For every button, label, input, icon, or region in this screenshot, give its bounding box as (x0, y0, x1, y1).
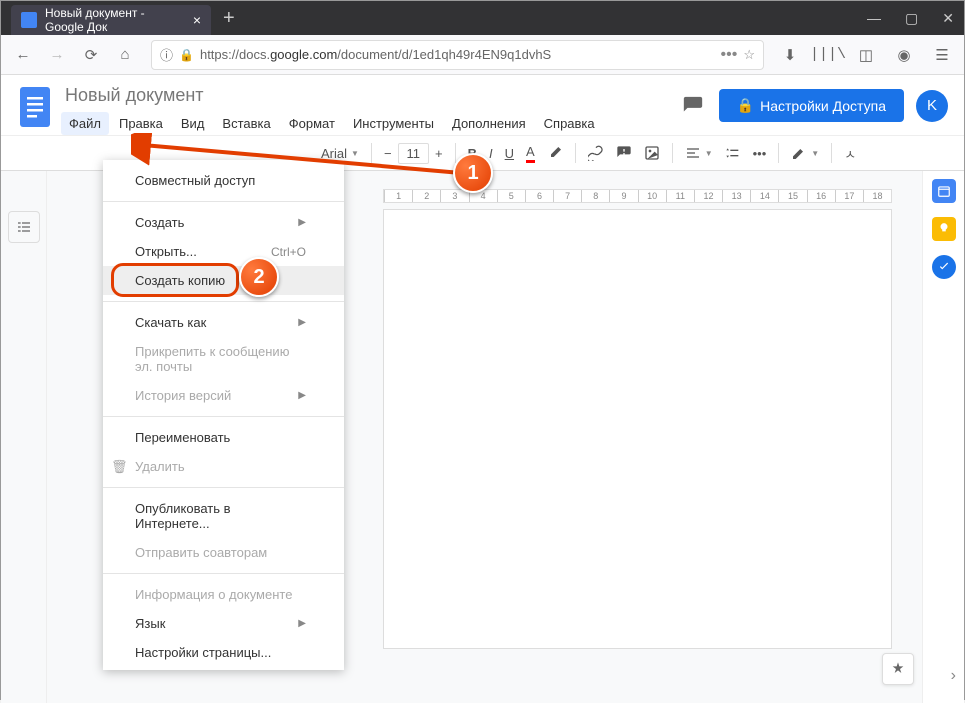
docs-favicon (21, 12, 37, 28)
menu-item-new[interactable]: Создать▶ (103, 208, 344, 237)
annotation-highlight-make-copy (111, 263, 239, 297)
bookmark-icon[interactable]: ☆ (743, 47, 755, 63)
user-avatar[interactable]: K (916, 90, 948, 122)
share-button[interactable]: 🔒 Настройки Доступа (719, 89, 904, 122)
sidebar-toggle-icon[interactable]: ◫ (852, 41, 880, 69)
explore-button[interactable] (882, 653, 914, 685)
menu-insert[interactable]: Вставка (214, 112, 278, 135)
tab-title: Новый документ - Google Док (45, 6, 183, 34)
comments-icon[interactable] (679, 92, 707, 120)
browser-tab[interactable]: Новый документ - Google Док × (11, 5, 211, 35)
document-title[interactable]: Новый документ (61, 83, 679, 108)
insert-link-button[interactable] (582, 141, 610, 165)
menu-item-version-history[interactable]: История версий▶ (103, 381, 344, 410)
menu-item-download[interactable]: Скачать как▶ (103, 308, 344, 337)
menu-item-delete: 🗑 Удалить (103, 452, 344, 481)
browser-tab-strip: Новый документ - Google Док × + — ▢ ✕ (1, 1, 964, 35)
browser-nav-bar: ← → ⟳ ⌂ ⓘ 🔒 https://docs.google.com/docu… (1, 35, 964, 75)
menu-tools[interactable]: Инструменты (345, 112, 442, 135)
menu-edit[interactable]: Правка (111, 112, 171, 135)
menu-item-rename[interactable]: Переименовать (103, 423, 344, 452)
horizontal-ruler[interactable]: 1 2 3 4 5 6 7 8 9 10 11 12 13 14 15 16 1… (383, 189, 892, 203)
library-icon[interactable]: |||\ (814, 41, 842, 69)
downloads-icon[interactable]: ⬇ (776, 41, 804, 69)
file-menu-dropdown: Совместный доступ Создать▶ Открыть...Ctr… (103, 160, 344, 670)
menu-addons[interactable]: Дополнения (444, 112, 534, 135)
left-rail (1, 171, 47, 703)
trash-icon: 🗑 (111, 459, 128, 475)
more-options-button[interactable]: ••• (747, 142, 773, 165)
nav-back-icon[interactable]: ← (9, 41, 37, 69)
font-size-value[interactable]: 11 (398, 143, 430, 164)
menu-item-open[interactable]: Открыть...Ctrl+O (103, 237, 344, 266)
docs-header: Новый документ Файл Правка Вид Вставка Ф… (1, 75, 964, 135)
menu-item-page-setup[interactable]: Настройки страницы... (103, 638, 344, 667)
menu-file[interactable]: Файл (61, 112, 109, 135)
tasks-sidebar-icon[interactable] (932, 255, 956, 279)
annotation-step-1: 1 (453, 153, 493, 193)
page-actions-icon[interactable]: ••• (721, 46, 738, 64)
font-size-decrease[interactable]: − (378, 142, 398, 165)
underline-button[interactable]: U (499, 142, 520, 165)
window-close-icon[interactable]: ✕ (942, 10, 954, 27)
highlight-button[interactable] (541, 141, 569, 165)
menu-item-share[interactable]: Совместный доступ (103, 166, 344, 195)
new-tab-button[interactable]: + (223, 7, 235, 30)
insert-image-button[interactable] (638, 141, 666, 165)
close-tab-icon[interactable]: × (193, 12, 201, 28)
text-color-button[interactable]: A (520, 140, 541, 167)
scroll-right-caret-icon[interactable]: › (951, 667, 956, 685)
submenu-arrow-icon: ▶ (298, 390, 306, 401)
hamburger-menu-icon[interactable]: ☰ (928, 41, 956, 69)
nav-home-icon[interactable]: ⌂ (111, 41, 139, 69)
submenu-arrow-icon: ▶ (298, 317, 306, 328)
editing-mode-button[interactable]: ▼ (785, 141, 825, 165)
align-button[interactable]: ▼ (679, 141, 719, 165)
menu-item-email-collaborators: Отправить соавторам (103, 538, 344, 567)
share-button-label: Настройки Доступа (760, 98, 886, 114)
menu-bar: Файл Правка Вид Вставка Формат Инструмен… (61, 112, 679, 135)
document-page[interactable] (383, 209, 892, 649)
menu-item-doc-info: Информация о документе (103, 580, 344, 609)
menu-item-publish[interactable]: Опубликовать в Интернете... (103, 494, 344, 538)
window-maximize-icon[interactable]: ▢ (905, 10, 918, 27)
annotation-step-2: 2 (239, 257, 279, 297)
nav-reload-icon[interactable]: ⟳ (77, 41, 105, 69)
right-rail (922, 171, 964, 703)
menu-item-email-attachment: Прикрепить к сообщению эл. почты (103, 337, 344, 381)
hide-menus-button[interactable]: ㅅ (838, 140, 862, 167)
outline-toggle-icon[interactable] (8, 211, 40, 243)
submenu-arrow-icon: ▶ (298, 618, 306, 629)
menu-help[interactable]: Справка (536, 112, 603, 135)
lock-icon: 🔒 (737, 97, 754, 114)
calendar-sidebar-icon[interactable] (932, 179, 956, 203)
menu-view[interactable]: Вид (173, 112, 213, 135)
nav-forward-icon[interactable]: → (43, 41, 71, 69)
insert-comment-button[interactable] (610, 141, 638, 165)
url-bar[interactable]: ⓘ 🔒 https://docs.google.com/document/d/1… (151, 40, 764, 70)
window-minimize-icon[interactable]: — (867, 10, 881, 27)
site-info-icon[interactable]: ⓘ (160, 45, 173, 64)
submenu-arrow-icon: ▶ (298, 217, 306, 228)
font-size-increase[interactable]: + (429, 142, 449, 165)
adblock-icon[interactable]: ◉ (890, 41, 918, 69)
lock-icon: 🔒 (179, 48, 194, 62)
line-spacing-button[interactable] (719, 141, 747, 165)
menu-item-language[interactable]: Язык▶ (103, 609, 344, 638)
url-text: https://docs.google.com/document/d/1ed1q… (200, 47, 715, 62)
menu-shortcut: Ctrl+O (271, 245, 306, 259)
window-controls: — ▢ ✕ (867, 10, 954, 27)
keep-sidebar-icon[interactable] (932, 217, 956, 241)
docs-logo-icon[interactable] (17, 83, 53, 131)
menu-format[interactable]: Формат (281, 112, 343, 135)
